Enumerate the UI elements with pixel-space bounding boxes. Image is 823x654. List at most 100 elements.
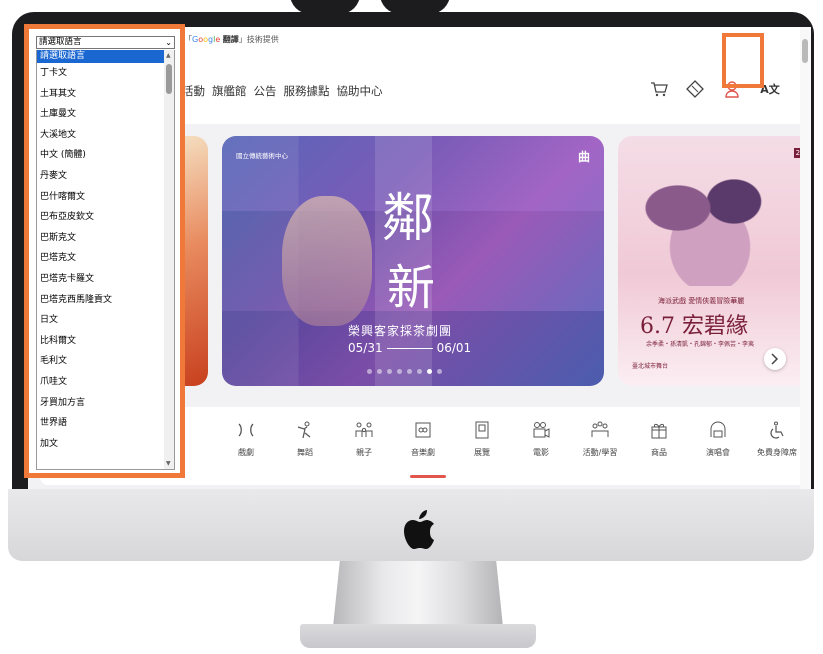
- category-label: 免費身障席: [757, 448, 797, 457]
- category-label: 展覽: [474, 448, 490, 457]
- apple-logo-icon: [404, 510, 434, 549]
- gift-icon: [631, 419, 687, 441]
- activity-icon: [572, 419, 628, 441]
- carousel-dots: [367, 369, 442, 374]
- slide-category-tag: 曲: [577, 150, 590, 164]
- category-label: 電影: [533, 448, 549, 457]
- language-options-list[interactable]: 請選取語言 丁卡文 土耳其文 土庫曼文 大溪地文 中文 (簡體) 丹麥文 巴什喀…: [36, 50, 175, 470]
- category-label: 活動/學習: [582, 448, 618, 457]
- scroll-down-arrow-icon[interactable]: ▼: [166, 460, 171, 467]
- nav-item-help-center[interactable]: 協助中心: [337, 83, 383, 99]
- category-exhibition[interactable]: 展覽: [454, 419, 510, 458]
- page-scroll-thumb[interactable]: [802, 39, 808, 63]
- language-select[interactable]: 請選取語言 ⌄: [36, 36, 175, 49]
- page-scrollbar[interactable]: [800, 27, 811, 495]
- carousel-dot[interactable]: [437, 369, 442, 374]
- musical-icon: [395, 419, 451, 441]
- carousel-dot[interactable]: [377, 369, 382, 374]
- category-label: 商品: [651, 448, 667, 457]
- dance-icon: [277, 419, 333, 441]
- slide-title: 6.7 宏碧緣: [640, 314, 748, 339]
- nav-item-events[interactable]: 活動: [182, 83, 205, 99]
- language-option[interactable]: 丁卡文: [37, 63, 174, 84]
- language-list-scroll-thumb[interactable]: [166, 64, 172, 94]
- category-theater[interactable]: 戲劇: [218, 419, 274, 458]
- language-option[interactable]: 巴什喀爾文: [37, 187, 174, 208]
- imac-stand-base: [300, 624, 536, 648]
- accessibility-icon: [749, 419, 805, 441]
- language-list-scrollbar[interactable]: ▲ ▼: [164, 50, 174, 469]
- category-concert[interactable]: 演唱會: [690, 419, 746, 458]
- slide-subtitle: 榮興客家採茶劇團: [348, 324, 453, 338]
- category-activity[interactable]: 活動/學習: [572, 419, 628, 458]
- theater-icon: [218, 419, 274, 441]
- language-option[interactable]: 中文 (簡體): [37, 145, 174, 166]
- performer-image: [282, 196, 372, 326]
- category-musical[interactable]: 音樂劇: [395, 419, 451, 458]
- ticket-icon[interactable]: [680, 74, 710, 104]
- slide-title-glyph-2: 新: [387, 260, 436, 316]
- scroll-up-arrow-icon[interactable]: ▲: [166, 52, 171, 59]
- language-dropdown-highlight: 請選取語言 ⌄ 請選取語言 丁卡文 土耳其文 土庫曼文 大溪地文 中文 (簡體)…: [24, 24, 185, 478]
- nav-item-flagship[interactable]: 旗艦館: [212, 83, 247, 99]
- banner-slide-next[interactable]: 202 海派武戲 愛情俠義冒險華麗 6.7 宏碧緣 余季柔・孫清凱・孔錦郁・李佩…: [618, 136, 811, 386]
- language-option[interactable]: 巴塔克卡羅文: [37, 269, 174, 290]
- imac-stand: [333, 561, 503, 627]
- category-label: 舞蹈: [297, 448, 313, 457]
- language-option[interactable]: 爪哇文: [37, 372, 174, 393]
- language-option[interactable]: 巴斯克文: [37, 228, 174, 249]
- opera-performers-image: [630, 156, 790, 286]
- category-accessibility[interactable]: 免費身障席: [749, 419, 805, 458]
- main-nav: 活動 旗艦館 公告 服務據點 協助中心: [182, 83, 383, 99]
- translate-credit: 由「Google 翻譯」技術提供: [176, 34, 279, 45]
- category-gift[interactable]: 商品: [631, 419, 687, 458]
- language-option[interactable]: 土耳其文: [37, 84, 174, 105]
- language-option[interactable]: 巴布亞皮欽文: [37, 207, 174, 228]
- credit-suffix: 」技術提供: [238, 35, 279, 44]
- carousel-dot-active[interactable]: [427, 369, 432, 374]
- language-option[interactable]: 土庫曼文: [37, 104, 174, 125]
- language-option[interactable]: 比科爾文: [37, 331, 174, 352]
- language-option[interactable]: 丹麥文: [37, 166, 174, 187]
- family-icon: [336, 419, 392, 441]
- language-select-value: 請選取語言: [39, 37, 82, 47]
- banner-slide-main[interactable]: 國立傳統藝術中心 曲 鄰 新 榮興客家採茶劇團 05/31 06/01: [222, 136, 604, 386]
- carousel-next-button[interactable]: [764, 348, 786, 370]
- carousel-dot[interactable]: [387, 369, 392, 374]
- nav-item-service-points[interactable]: 服務據點: [284, 83, 330, 99]
- category-label: 親子: [356, 448, 372, 457]
- language-option[interactable]: 巴塔克西馬隆貢文: [37, 290, 174, 311]
- category-dance[interactable]: 舞蹈: [277, 419, 333, 458]
- language-option[interactable]: 加文: [37, 434, 174, 455]
- language-option[interactable]: 牙買加方言: [37, 393, 174, 414]
- translate-word[interactable]: 翻譯: [223, 35, 239, 44]
- active-category-indicator: [410, 475, 446, 478]
- language-option[interactable]: 巴塔克文: [37, 248, 174, 269]
- carousel-dot[interactable]: [417, 369, 422, 374]
- carousel-dot[interactable]: [367, 369, 372, 374]
- movie-icon: [513, 419, 569, 441]
- cart-icon[interactable]: [644, 74, 674, 104]
- slide-logo-text: 國立傳統藝術中心: [236, 152, 288, 160]
- category-movie[interactable]: 電影: [513, 419, 569, 458]
- chevron-down-icon: ⌄: [165, 38, 172, 47]
- language-option-selected[interactable]: 請選取語言: [37, 50, 174, 63]
- slide-venue: 臺北城市舞台: [632, 363, 669, 370]
- language-option[interactable]: 毛利文: [37, 351, 174, 372]
- exhibition-icon: [454, 419, 510, 441]
- slide-title-glyph-1: 鄰: [382, 189, 435, 249]
- category-label: 戲劇: [238, 448, 254, 457]
- language-option[interactable]: 日文: [37, 310, 174, 331]
- language-icon-highlight: [722, 33, 764, 88]
- carousel-dot[interactable]: [407, 369, 412, 374]
- slide-cast: 余季柔・孫清凱・孔錦郁・李佩芸・李夷: [646, 341, 755, 348]
- nav-item-announcements[interactable]: 公告: [254, 83, 277, 99]
- date-end: 06/01: [436, 341, 472, 355]
- category-label: 音樂劇: [411, 448, 435, 457]
- language-option[interactable]: 世界語: [37, 413, 174, 434]
- carousel-dot[interactable]: [397, 369, 402, 374]
- category-family[interactable]: 親子: [336, 419, 392, 458]
- language-option[interactable]: 大溪地文: [37, 125, 174, 146]
- chevron-right-icon: [771, 353, 779, 365]
- date-start: 05/31: [348, 341, 383, 355]
